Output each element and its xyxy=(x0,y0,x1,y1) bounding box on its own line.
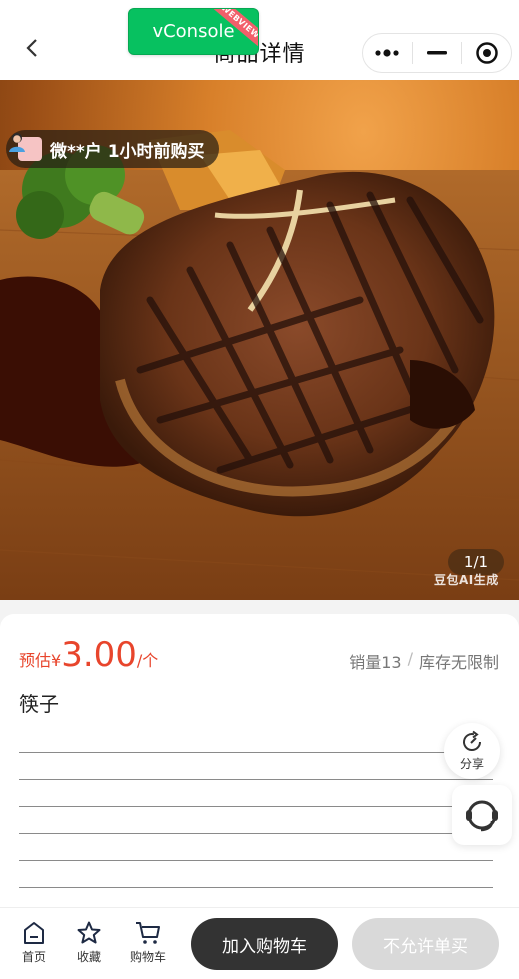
close-button[interactable] xyxy=(462,34,511,72)
star-icon xyxy=(77,921,101,944)
product-description xyxy=(19,726,493,915)
tab-favorites-label: 收藏 xyxy=(76,950,101,964)
mini-program-capsule xyxy=(362,33,512,73)
buyer-avatar xyxy=(9,133,42,161)
home-icon xyxy=(24,922,44,944)
tab-home-label: 首页 xyxy=(21,950,46,964)
add-to-cart-button[interactable]: 加入购物车 xyxy=(191,918,338,970)
description-line xyxy=(19,726,493,753)
recent-purchase-notice: 微**户 1小时前购买 xyxy=(6,130,219,168)
more-dots-icon xyxy=(375,49,399,57)
tab-cart[interactable]: 购物车 xyxy=(124,920,172,965)
price-prefix: 预估 xyxy=(19,651,52,670)
cart-icon xyxy=(136,922,160,944)
ai-generated-watermark: 豆包AI生成 xyxy=(434,573,499,587)
description-line xyxy=(19,861,493,888)
bottom-action-bar: 首页 收藏 购物车 加入购物车 不允许单买 xyxy=(0,907,519,979)
user-avatar-icon xyxy=(9,133,25,152)
price-value: 3.00 xyxy=(61,635,137,675)
headset-icon xyxy=(466,800,498,832)
product-image-carousel[interactable]: 微**户 1小时前购买 1/1 豆包AI生成 xyxy=(0,80,519,600)
price-row: 预估 ¥ 3.00 /个 xyxy=(19,638,158,672)
share-label: 分享 xyxy=(459,757,484,771)
target-close-icon xyxy=(475,42,498,64)
customer-service-button[interactable] xyxy=(452,785,512,845)
description-line xyxy=(19,807,493,834)
price-unit: /个 xyxy=(136,651,159,670)
product-info-card: 预估 ¥ 3.00 /个 销量13 / 库存无限制 筷子 xyxy=(0,614,519,915)
sales-divider: / xyxy=(407,649,413,668)
minimize-icon xyxy=(427,51,447,55)
share-button[interactable]: 分享 xyxy=(444,723,500,779)
minimize-button[interactable] xyxy=(413,34,462,72)
more-button[interactable] xyxy=(363,34,412,72)
navigation-bar: 商品详情 xyxy=(0,0,519,80)
buy-now-button-disabled[interactable]: 不允许单买 xyxy=(352,918,499,970)
product-name: 筷子 xyxy=(19,692,59,716)
share-icon xyxy=(463,730,482,751)
tab-cart-label: 购物车 xyxy=(129,950,166,964)
vconsole-button[interactable]: vConsole WEBVIEW xyxy=(128,8,259,55)
description-line xyxy=(19,834,493,861)
stock-status: 库存无限制 xyxy=(418,653,499,672)
sales-count: 销量13 xyxy=(349,653,402,672)
vconsole-label: vConsole xyxy=(152,21,235,42)
description-line xyxy=(19,753,493,780)
tab-favorites[interactable]: 收藏 xyxy=(65,920,113,965)
buyer-notice-text: 微**户 1小时前购买 xyxy=(50,141,205,162)
description-line xyxy=(19,780,493,807)
tab-home[interactable]: 首页 xyxy=(10,920,58,965)
sales-stock-info: 销量13 / 库存无限制 xyxy=(349,649,499,673)
price-currency: ¥ xyxy=(51,651,62,670)
